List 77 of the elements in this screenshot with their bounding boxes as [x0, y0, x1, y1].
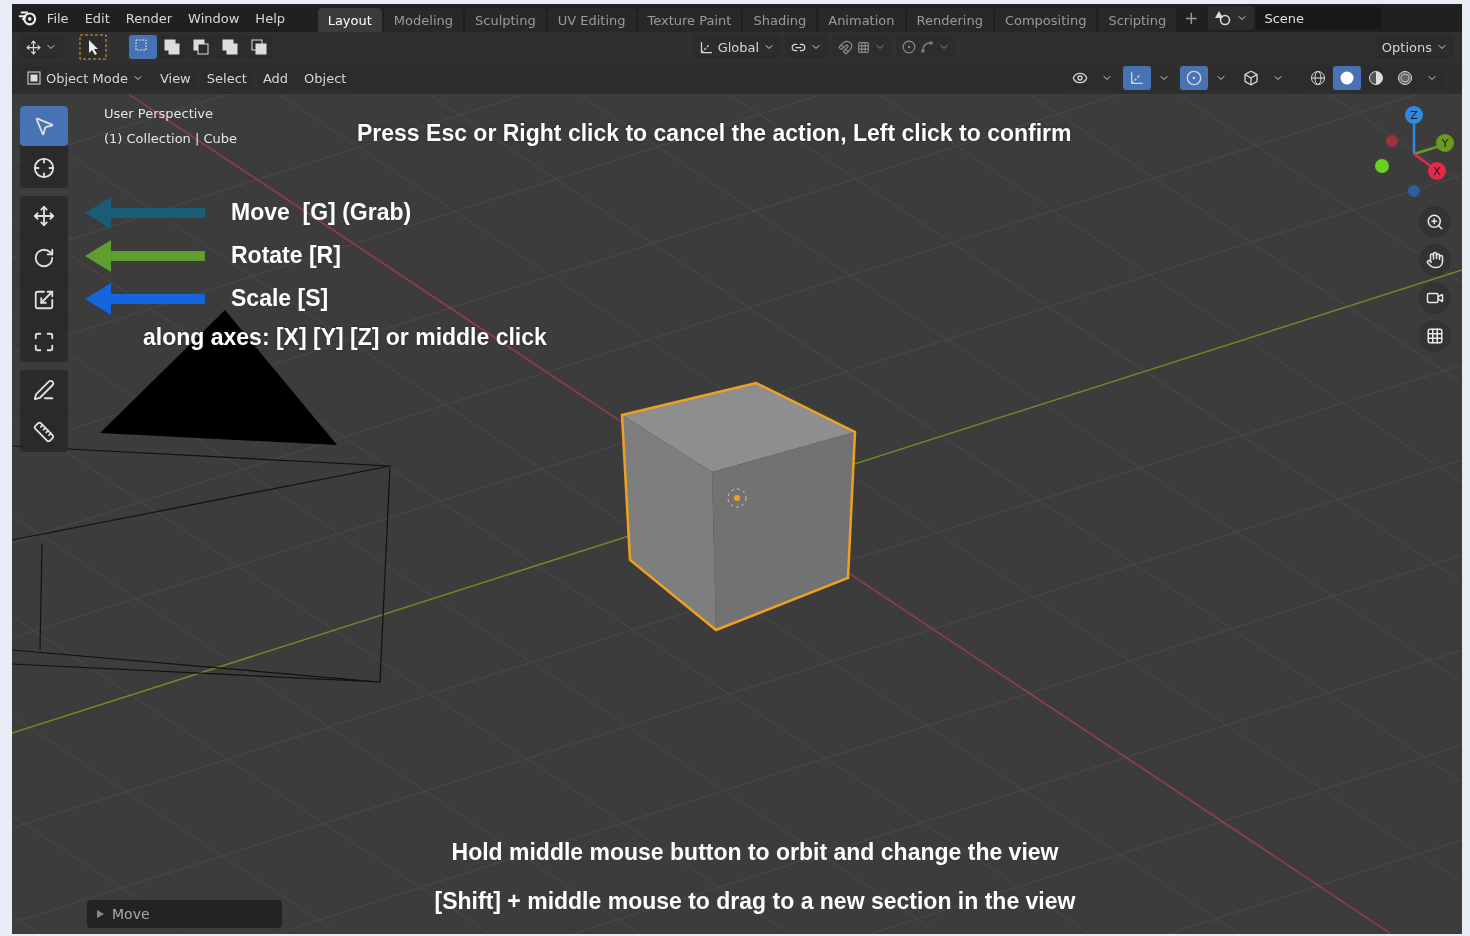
- workspace-tab[interactable]: Scripting: [1098, 8, 1177, 32]
- workspace-tab[interactable]: Rendering: [906, 8, 993, 32]
- orientation-dropdown[interactable]: Global: [692, 35, 782, 59]
- caret-icon: [97, 910, 104, 918]
- shortcut-text: Move [G] (Grab): [231, 199, 412, 226]
- grid-icon: [857, 40, 871, 54]
- solid-shading-icon: [1339, 70, 1355, 86]
- hand-icon: [1426, 251, 1444, 269]
- options-dropdown[interactable]: Options: [1375, 35, 1454, 59]
- pointer-icon: [33, 115, 55, 137]
- grid-icon: [1426, 327, 1444, 345]
- navigation-button[interactable]: [1419, 320, 1451, 352]
- axes-icon: [1129, 70, 1145, 86]
- workspace-tab[interactable]: Modeling: [383, 8, 463, 32]
- menu-item[interactable]: Render: [118, 7, 180, 29]
- axis-gizmo: Z Y X: [1357, 99, 1457, 205]
- rotate-icon: [33, 247, 55, 269]
- viewport-toggle[interactable]: [1123, 66, 1151, 90]
- cube-mode-icon: [26, 70, 42, 86]
- move-icon: [26, 39, 41, 55]
- box-icon: [1243, 70, 1259, 86]
- view-perspective-label: User Perspective: [104, 106, 214, 121]
- select-mode-button[interactable]: [216, 35, 244, 59]
- collection-label: (1) Collection | Cube: [104, 131, 238, 146]
- workspace-tab[interactable]: Compositing: [994, 8, 1097, 32]
- menu-item[interactable]: File: [39, 7, 76, 29]
- pivot-button[interactable]: [785, 35, 829, 59]
- tool-settings-button[interactable]: [20, 35, 63, 59]
- shortcut-text: Scale [S]: [231, 285, 329, 312]
- instruction-text: [Shift] + middle mouse to drag to a new section in the view: [434, 888, 1076, 915]
- pencil-icon: [33, 379, 55, 401]
- curve-icon: [920, 40, 935, 54]
- select-mode-button[interactable]: [158, 35, 186, 59]
- scale-icon: [33, 289, 55, 311]
- zoom-icon: [1426, 213, 1444, 231]
- squares-icon: [193, 39, 209, 55]
- wireframe-shading-icon: [1310, 70, 1326, 86]
- select-mode-button[interactable]: [245, 35, 273, 59]
- scene-icon: [1214, 10, 1233, 26]
- eye-icon: [1072, 70, 1088, 86]
- menu-item[interactable]: Edit: [77, 7, 117, 29]
- move-icon: [33, 205, 55, 227]
- logo-icon: [18, 9, 38, 27]
- instruction-text: along axes: [X] [Y] [Z] or middle click: [143, 324, 547, 351]
- navigation-button[interactable]: [1419, 244, 1451, 276]
- add-workspace-button[interactable]: +: [1178, 8, 1205, 28]
- viewport-toggle[interactable]: [1180, 66, 1208, 90]
- ruler-icon: [33, 421, 55, 443]
- transform-icon: [33, 331, 55, 353]
- navigation-button[interactable]: [1419, 206, 1451, 238]
- instruction-text: Hold middle mouse button to orbit and change the view: [451, 839, 1059, 866]
- dot-icon: [902, 40, 917, 54]
- squares-icon: [164, 39, 180, 55]
- menu-item[interactable]: Window: [181, 7, 247, 29]
- navigation-button[interactable]: [1419, 282, 1451, 314]
- shortcut-text: Rotate [R]: [231, 242, 341, 269]
- rendered-shading-icon: [1397, 70, 1413, 86]
- last-operator-panel[interactable]: Move: [87, 900, 282, 928]
- workspace-tab[interactable]: Animation: [818, 8, 905, 32]
- instruction-text: Press Esc or Right click to cancel the action, Left click to confirm: [357, 120, 1072, 147]
- circle-icon: [1186, 70, 1202, 86]
- squares-icon: [251, 39, 267, 55]
- select-mode-button[interactable]: [187, 35, 215, 59]
- menu-item[interactable]: Help: [248, 7, 292, 29]
- squares-icon: [222, 39, 238, 55]
- material-shading-icon: [1368, 70, 1384, 86]
- workspace-tab[interactable]: UV Editing: [547, 8, 636, 32]
- scene-field[interactable]: Scene: [1256, 7, 1382, 29]
- shading-mode-button[interactable]: [1333, 66, 1361, 90]
- axes-icon: [698, 39, 714, 55]
- crosshair-icon: [33, 157, 55, 179]
- workspace-tab[interactable]: Sculpting: [465, 8, 546, 32]
- workspace-tab[interactable]: Layout: [317, 8, 382, 32]
- workspace-tab[interactable]: Shading: [743, 8, 817, 32]
- magnet-icon: [838, 39, 854, 55]
- workspace-tab[interactable]: Texture Paint: [637, 8, 742, 32]
- scene-selector[interactable]: [1208, 6, 1255, 30]
